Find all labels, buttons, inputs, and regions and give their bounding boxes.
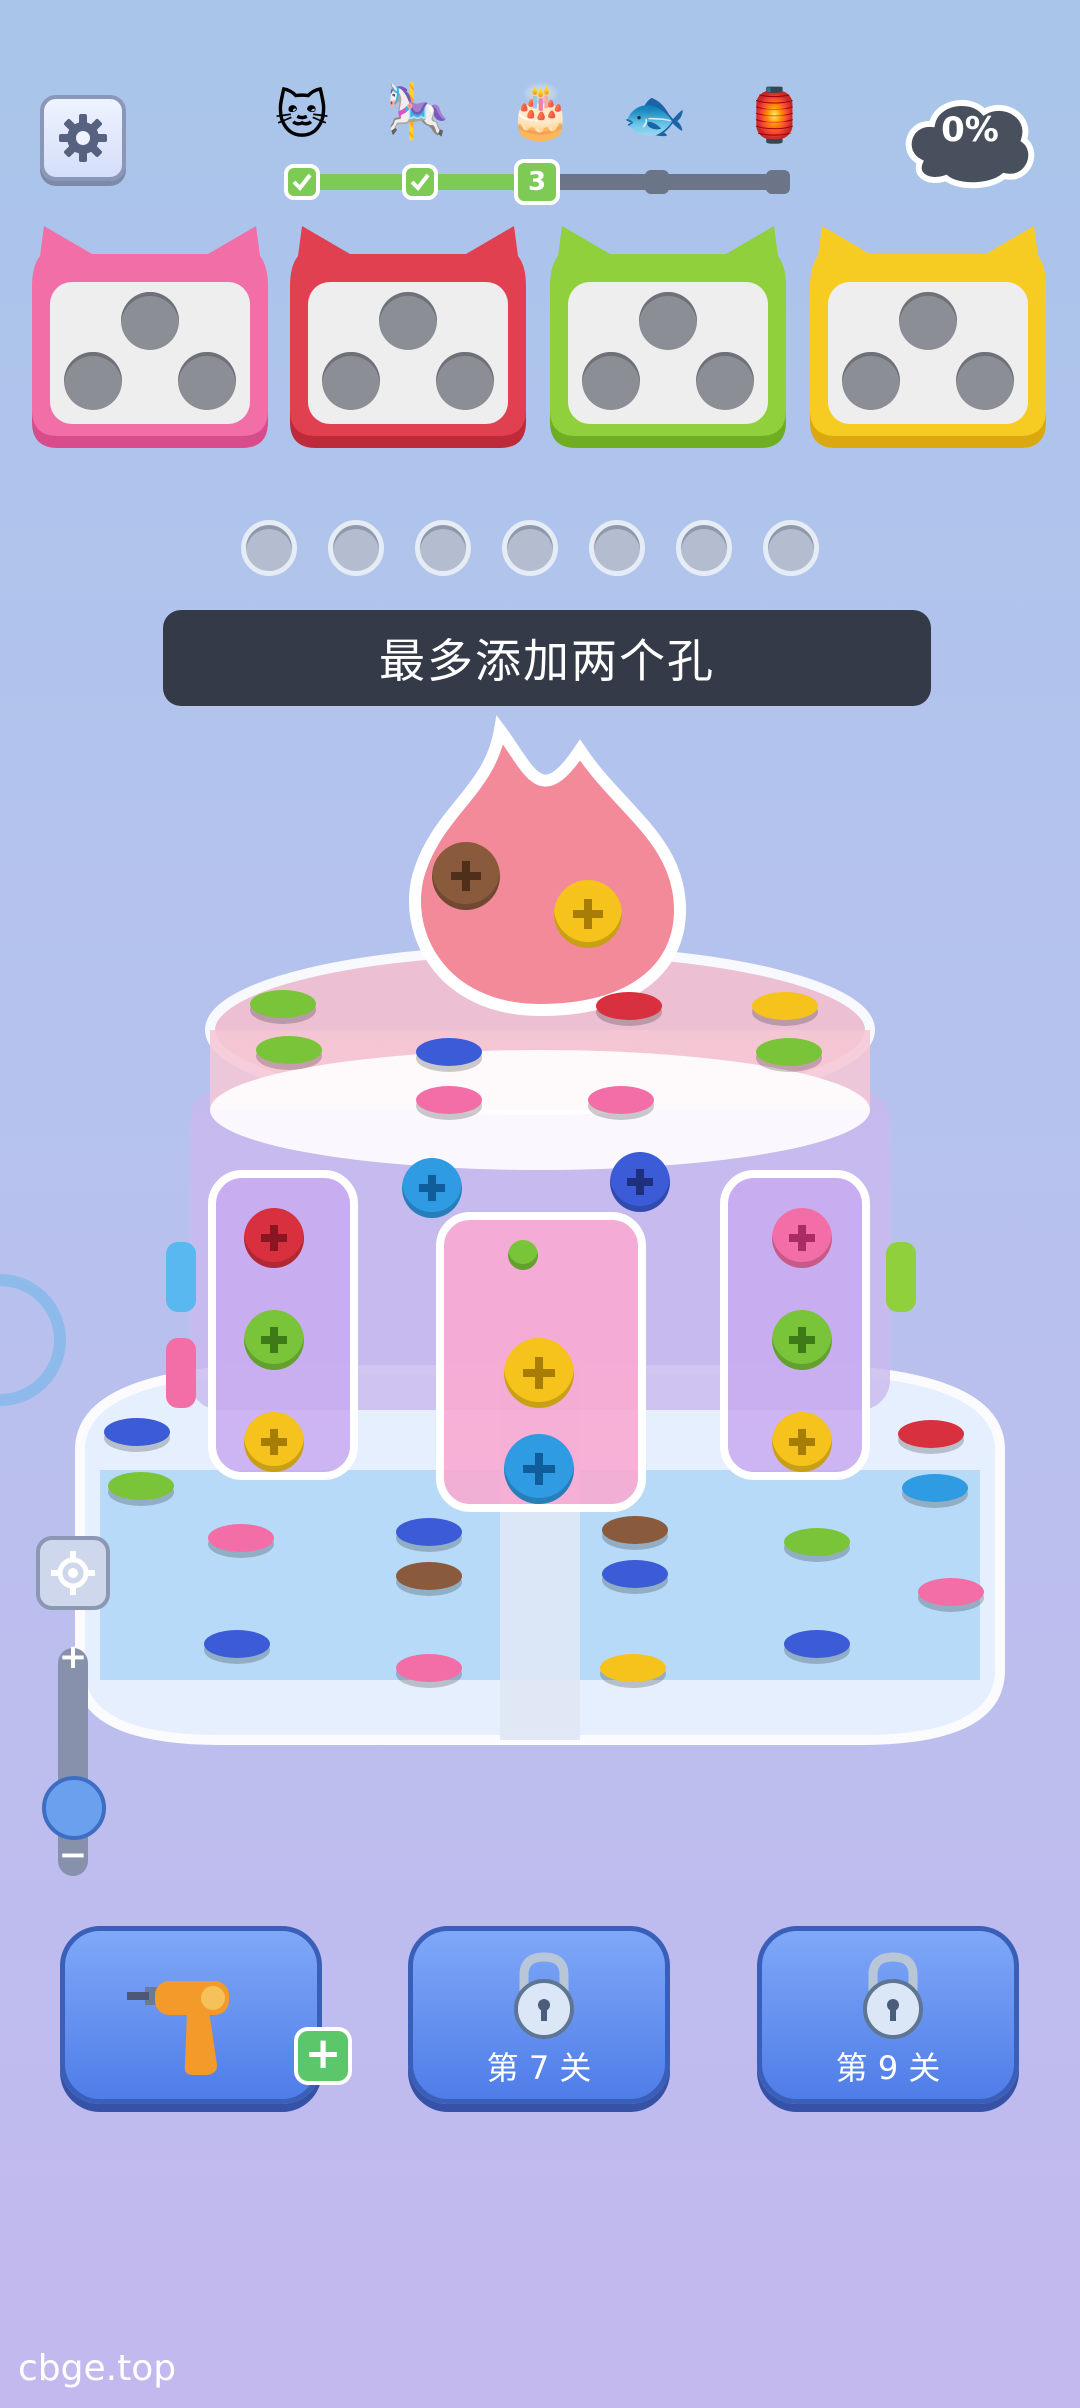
green-peg[interactable]: [108, 1472, 174, 1500]
locked-tool-button-7[interactable]: 第 7 关: [408, 1926, 670, 2104]
yellow-screw[interactable]: [772, 1412, 832, 1472]
navy-peg[interactable]: [784, 1630, 850, 1658]
brown-peg[interactable]: [396, 1562, 462, 1590]
cake-icon: 🎂: [508, 82, 573, 142]
green-peg-side[interactable]: [886, 1242, 916, 1312]
empty-slot[interactable]: [241, 520, 297, 576]
cat-icon: 🐱: [274, 86, 330, 146]
drill-tool-button[interactable]: [60, 1926, 322, 2104]
pink-screw[interactable]: [772, 1208, 832, 1268]
navy-peg[interactable]: [104, 1418, 170, 1446]
empty-slot[interactable]: [676, 520, 732, 576]
drill-icon: [127, 1981, 229, 2075]
red-peg[interactable]: [596, 992, 662, 1020]
green-screw-box: [546, 226, 790, 458]
crosshair-icon: [51, 1551, 95, 1595]
pink-peg-side[interactable]: [166, 1338, 196, 1408]
current-level-node: 3: [514, 159, 560, 205]
empty-slot[interactable]: [763, 520, 819, 576]
rocking-horse-icon: 🎠: [385, 82, 450, 142]
yellow-peg[interactable]: [752, 992, 818, 1020]
blue-peg[interactable]: [902, 1474, 968, 1502]
level-node: [645, 170, 669, 194]
unlock-level-label: 第 9 关: [835, 2049, 941, 2087]
screw-puzzle: [60, 690, 1020, 1750]
pink-peg[interactable]: [918, 1578, 984, 1606]
brown-screw[interactable]: [432, 842, 500, 910]
gear-icon: [59, 114, 107, 162]
check-icon: [284, 164, 320, 200]
zoom-out-icon[interactable]: −: [56, 1838, 90, 1874]
completion-percent: 0%: [941, 110, 999, 150]
pink-peg[interactable]: [588, 1086, 654, 1114]
locked-tool-button-9[interactable]: 第 9 关: [757, 1926, 1019, 2104]
watermark: cbge.top: [18, 2348, 177, 2389]
zoom-slider-knob[interactable]: [42, 1776, 106, 1840]
green-screw[interactable]: [244, 1310, 304, 1370]
add-drill-button[interactable]: +: [294, 2027, 352, 2085]
green-peg[interactable]: [250, 990, 316, 1018]
pink-screw-box: [28, 226, 272, 458]
navy-peg[interactable]: [416, 1038, 482, 1066]
empty-slot[interactable]: [502, 520, 558, 576]
zoom-in-icon[interactable]: +: [56, 1640, 90, 1674]
navy-peg[interactable]: [396, 1518, 462, 1546]
green-peg[interactable]: [256, 1036, 322, 1064]
yellow-peg[interactable]: [600, 1654, 666, 1682]
blue-screw[interactable]: [504, 1434, 574, 1504]
fish-icon: 🐟: [622, 86, 687, 146]
current-level-number: 3: [527, 167, 547, 197]
red-screw-box: [286, 226, 530, 458]
navy-screw[interactable]: [610, 1152, 670, 1212]
brown-peg[interactable]: [602, 1516, 668, 1544]
pink-peg[interactable]: [208, 1524, 274, 1552]
red-peg[interactable]: [898, 1420, 964, 1448]
empty-slot[interactable]: [415, 520, 471, 576]
navy-peg[interactable]: [204, 1630, 270, 1658]
settings-button[interactable]: [40, 95, 126, 181]
pink-peg[interactable]: [396, 1654, 462, 1682]
unlock-level-label: 第 7 关: [486, 2049, 592, 2087]
lock-icon: [514, 1952, 574, 2039]
empty-slot[interactable]: [589, 520, 645, 576]
lantern-icon: 🏮: [742, 86, 807, 146]
blue-screw[interactable]: [402, 1158, 462, 1218]
recenter-button[interactable]: [36, 1536, 110, 1610]
rotate-indicator: [0, 1274, 66, 1406]
yellow-screw[interactable]: [504, 1338, 574, 1408]
green-screw[interactable]: [772, 1310, 832, 1370]
yellow-screw[interactable]: [554, 880, 622, 948]
green-peg[interactable]: [756, 1038, 822, 1066]
lock-icon: [863, 1952, 923, 2039]
green-peg[interactable]: [784, 1528, 850, 1556]
yellow-screw-box: [806, 226, 1050, 458]
red-screw[interactable]: [244, 1208, 304, 1268]
level-node: [766, 170, 790, 194]
yellow-screw[interactable]: [244, 1412, 304, 1472]
green-screw[interactable]: [508, 1240, 538, 1270]
empty-slot[interactable]: [328, 520, 384, 576]
blue-peg-side[interactable]: [166, 1242, 196, 1312]
navy-peg[interactable]: [602, 1560, 668, 1588]
pink-peg[interactable]: [416, 1086, 482, 1114]
check-icon: [402, 164, 438, 200]
hint-banner-text: 最多添加两个孔: [379, 634, 715, 688]
